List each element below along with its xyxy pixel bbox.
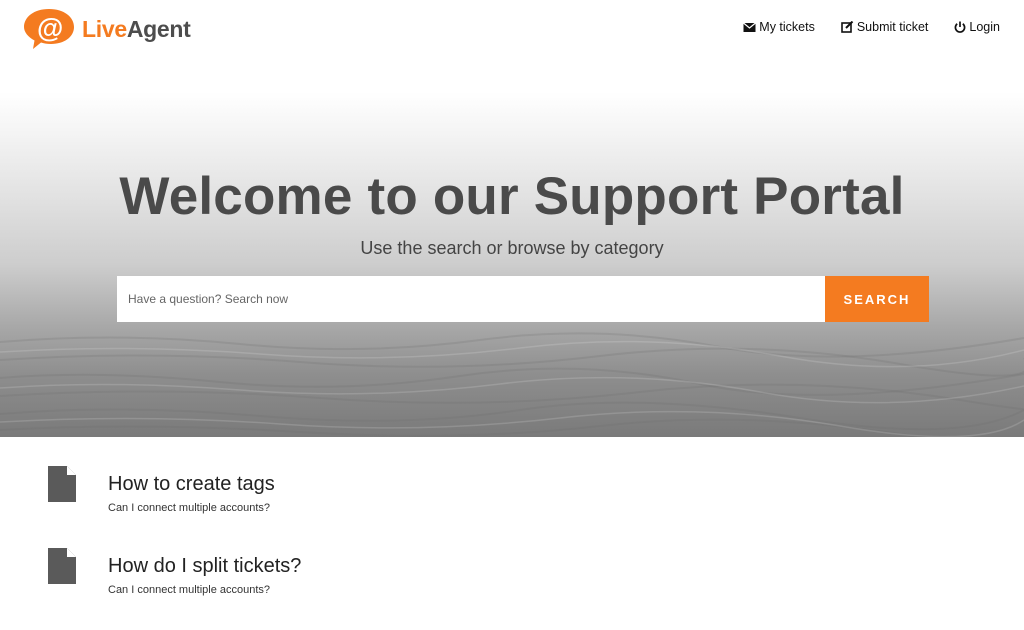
login-link[interactable]: Login [954,20,1000,34]
top-nav: My tickets Submit ticket Login [717,20,1000,34]
search-input[interactable] [117,276,825,322]
page-subtitle: Use the search or browse by category [360,238,664,258]
submit-ticket-link[interactable]: Submit ticket [841,20,929,34]
logo[interactable]: @ LiveAgent [22,6,191,52]
list-item[interactable]: How do I split tickets? Can I connect mu… [48,519,301,596]
article-description: Can I connect multiple accounts? [108,502,271,514]
edit-icon [841,21,854,33]
sea-background-image [0,332,1024,437]
my-tickets-label: My tickets [759,20,815,34]
power-icon [955,21,966,33]
article-description: Can I connect multiple accounts? [108,584,271,596]
my-tickets-link[interactable]: My tickets [743,20,815,34]
envelope-icon [743,22,757,32]
document-icon [48,548,76,584]
page-title: Welcome to our Support Portal [119,167,905,226]
logo-text-live: Live [82,15,127,42]
header: @ LiveAgent My tickets Submit ticket Log… [0,0,1024,60]
login-label: Login [969,20,1000,34]
logo-wordmark: LiveAgent [82,15,191,42]
document-icon [48,466,76,502]
liveagent-logo-icon: @ [24,9,74,49]
list-item[interactable]: How to create tags Can I connect multipl… [48,437,275,514]
logo-text-agent: Agent [126,15,191,42]
search-button[interactable]: SEARCH [825,276,929,322]
hero-banner: Welcome to our Support Portal Use the se… [0,92,1024,437]
article-title[interactable]: How to create tags [108,473,275,496]
submit-ticket-label: Submit ticket [856,20,929,34]
article-title[interactable]: How do I split tickets? [108,555,301,578]
search-bar: SEARCH [117,276,929,322]
svg-text:@: @ [37,13,63,43]
